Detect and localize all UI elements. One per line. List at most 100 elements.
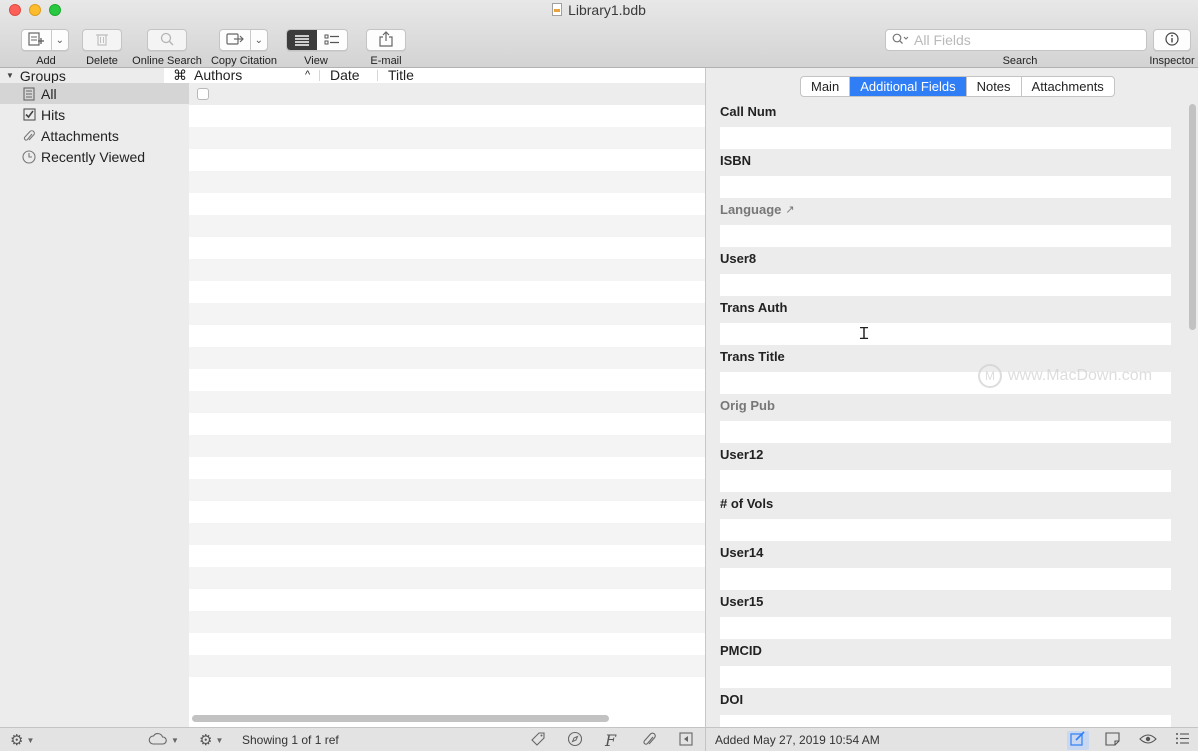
scrollbar-thumb[interactable] (192, 715, 609, 722)
collapse-pane-button[interactable] (679, 731, 693, 749)
share-icon (379, 30, 393, 50)
field-label: Trans Title (720, 348, 785, 364)
user14-input[interactable] (720, 568, 1171, 590)
sidebar-item-recently-viewed[interactable]: Recently Viewed (0, 146, 189, 167)
copy-citation-button[interactable]: ⌄ (219, 29, 268, 51)
num-vols-input[interactable] (720, 519, 1171, 541)
font-icon: F (605, 730, 617, 750)
status-bar: ⚙ ▼ ▼ ⚙ ▼ Showing 1 of 1 ref F Added May 2… (0, 727, 1198, 751)
column-header-authors[interactable]: Authors (194, 67, 242, 83)
trans-auth-input[interactable] (720, 323, 1171, 345)
tab-notes[interactable]: Notes (967, 77, 1022, 96)
field-label: User15 (720, 593, 764, 609)
sidebar-item-label: Recently Viewed (41, 148, 146, 165)
field-isbn: ISBN (720, 152, 1171, 198)
table-row[interactable] (189, 83, 706, 105)
compass-icon (567, 731, 583, 750)
call-num-input[interactable] (720, 127, 1171, 149)
external-link-icon[interactable]: ↗ (785, 203, 794, 216)
field-doi: DOI (720, 691, 1171, 727)
sidebar-item-all[interactable]: All (0, 83, 189, 104)
watermark-text: www.MacDown.com (1008, 367, 1153, 384)
edit-icon (1067, 730, 1089, 750)
scrollbar-thumb[interactable] (1189, 104, 1196, 330)
sidebar-item-attachments[interactable]: Attachments (0, 125, 189, 146)
column-header-date[interactable]: Date (330, 67, 360, 83)
table-action-menu-button[interactable]: ⚙ ▼ (199, 731, 223, 749)
sidebar-item-label: All (41, 85, 57, 102)
field-label: # of Vols (720, 495, 774, 511)
library-icon (22, 86, 36, 101)
list-icon (1175, 732, 1190, 748)
sort-ascending-icon: ^ (305, 69, 311, 81)
field-user8: User8 (720, 250, 1171, 296)
attach-file-button[interactable] (642, 731, 656, 749)
doi-input[interactable] (720, 715, 1171, 727)
delete-button[interactable] (82, 29, 122, 51)
tab-additional-fields[interactable]: Additional Fields (850, 77, 967, 96)
language-input[interactable] (720, 225, 1171, 247)
field-num-vols: # of Vols (720, 495, 1171, 541)
add-reference-icon (22, 31, 51, 49)
checkbox-icon (22, 108, 36, 122)
tab-attachments[interactable]: Attachments (1022, 77, 1114, 96)
user15-input[interactable] (720, 617, 1171, 639)
watermark-logo-icon: M (978, 364, 1002, 388)
orig-pub-input[interactable] (720, 421, 1171, 443)
online-search-button[interactable] (147, 29, 187, 51)
view-segmented-control[interactable] (286, 29, 348, 51)
chevron-down-icon[interactable]: ⌄ (52, 35, 68, 46)
field-orig-pub: Orig Pub (720, 397, 1171, 443)
inspector-button[interactable] (1153, 29, 1191, 51)
preview-mode-button[interactable] (1139, 731, 1157, 749)
field-label: Trans Auth (720, 299, 788, 315)
pmcid-input[interactable] (720, 666, 1171, 688)
window-title: Library1.bdb (0, 2, 1198, 18)
note-icon (1105, 731, 1121, 749)
list-mode-button[interactable] (1175, 731, 1190, 749)
groups-header[interactable]: ▼ Groups (0, 68, 164, 84)
email-button[interactable] (366, 29, 406, 51)
search-input[interactable] (914, 32, 1134, 48)
user12-input[interactable] (720, 470, 1171, 492)
cloud-menu-button[interactable]: ▼ (148, 731, 179, 749)
cloud-icon (148, 732, 168, 748)
collapse-left-icon (679, 731, 693, 749)
sidebar-item-hits[interactable]: Hits (0, 104, 189, 125)
column-header-title[interactable]: Title (388, 67, 414, 83)
clock-icon (22, 149, 36, 164)
add-button[interactable]: ⌄ (21, 29, 69, 51)
chevron-down-icon[interactable]: ⌄ (251, 35, 267, 46)
export-icon (220, 32, 250, 49)
field-trans-auth: Trans Auth (720, 299, 1171, 345)
references-table[interactable] (189, 83, 706, 703)
gear-icon: ⚙ (10, 732, 24, 749)
action-menu-button[interactable]: ⚙ ▼ (10, 731, 34, 749)
disclosure-triangle-icon[interactable]: ▼ (6, 71, 14, 80)
font-button[interactable]: F (605, 730, 617, 750)
list-view-icon[interactable] (287, 30, 317, 50)
compass-button[interactable] (567, 731, 583, 749)
search-label: Search (1002, 55, 1038, 67)
detail-view-icon[interactable] (317, 30, 347, 50)
field-user15: User15 (720, 593, 1171, 639)
edit-mode-button[interactable] (1067, 730, 1089, 750)
user8-input[interactable] (720, 274, 1171, 296)
row-checkbox[interactable] (197, 88, 209, 100)
tag-button[interactable] (530, 731, 546, 749)
isbn-input[interactable] (720, 176, 1171, 198)
tab-main[interactable]: Main (801, 77, 851, 96)
chevron-down-icon: ▼ (215, 735, 224, 745)
chevron-down-icon: ▼ (26, 735, 35, 745)
horizontal-scrollbar[interactable] (189, 703, 706, 727)
note-mode-button[interactable] (1105, 731, 1121, 749)
field-label: User8 (720, 250, 757, 266)
view-label: View (304, 55, 328, 67)
window-toolbar: Library1.bdb ⌄ Add Delete Online Search … (0, 0, 1198, 68)
vertical-scrollbar[interactable] (1186, 102, 1198, 727)
field-trans-title: Trans Title (720, 348, 1171, 394)
eye-icon (1139, 733, 1157, 748)
column-header-attachments[interactable]: ⌘ (173, 67, 187, 84)
field-label: Orig Pub (720, 397, 775, 413)
search-field[interactable] (885, 29, 1147, 51)
